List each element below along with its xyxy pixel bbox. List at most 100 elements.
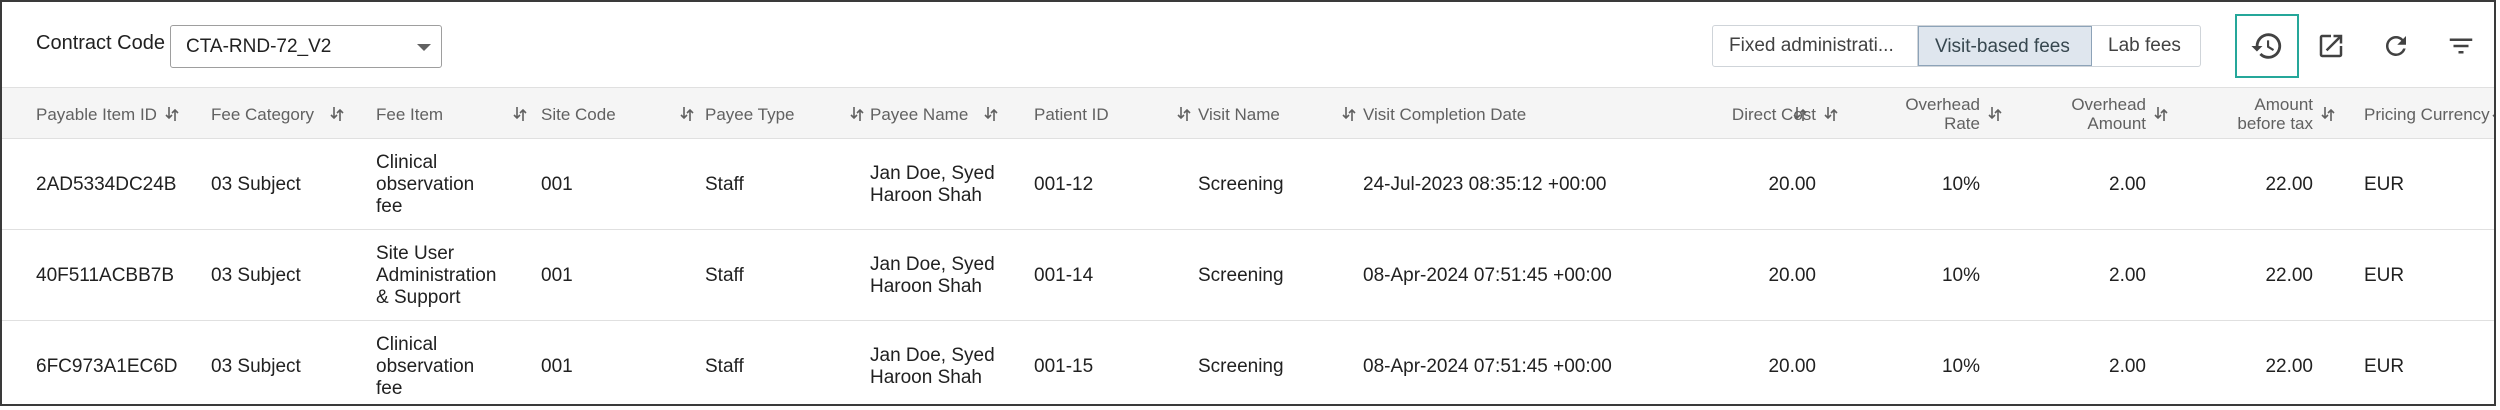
column-header-pricing-currency[interactable]: Pricing Currency bbox=[2364, 88, 2494, 140]
cell-overhead-amount: 2.00 bbox=[2109, 173, 2146, 195]
table-row[interactable]: 40F511ACBB7B 03 Subject Site User Admini… bbox=[2, 230, 2494, 321]
tab-fixed-administrative[interactable]: Fixed administrati... bbox=[1713, 26, 1918, 66]
column-label: Overhead Amount bbox=[2071, 95, 2146, 133]
cell-payee-name: Jan Doe, Syed Haroon Shah bbox=[870, 253, 995, 297]
column-label-line: Overhead bbox=[2071, 95, 2146, 114]
filter-button[interactable] bbox=[2437, 22, 2485, 70]
column-header-fee-category[interactable]: Fee Category bbox=[211, 88, 344, 140]
cell-pricing-currency: EUR bbox=[2364, 264, 2405, 286]
table-header: Payable Item ID Fee Category Fee Item Si… bbox=[2, 87, 2494, 139]
sort-icon[interactable] bbox=[165, 106, 179, 122]
column-header-payable-item-id[interactable]: Payable Item ID bbox=[36, 88, 179, 140]
sort-icon[interactable] bbox=[984, 106, 998, 122]
column-label: Visit Name bbox=[1198, 104, 1280, 124]
column-header-direct-cost[interactable]: Direct Cost bbox=[1702, 88, 1838, 140]
column-label: Payee Type bbox=[705, 104, 795, 124]
column-header-site-code[interactable]: Site Code bbox=[541, 88, 694, 140]
column-label: Amount before tax bbox=[2237, 95, 2313, 133]
sort-icon[interactable] bbox=[680, 106, 694, 122]
cell-payable-item-id: 6FC973A1EC6D bbox=[36, 355, 178, 377]
cell-site-code: 001 bbox=[541, 264, 573, 286]
cell-fee-category: 03 Subject bbox=[211, 264, 301, 286]
sort-icon[interactable] bbox=[2492, 106, 2494, 122]
cell-fee-category: 03 Subject bbox=[211, 173, 301, 195]
cell-patient-id: 001-15 bbox=[1034, 355, 1094, 377]
contract-code-select[interactable]: CTA-RND-72_V2 bbox=[170, 25, 442, 68]
column-label: Overhead Rate bbox=[1905, 95, 1980, 133]
column-label: Patient ID bbox=[1034, 104, 1109, 124]
column-header-fee-item[interactable]: Fee Item bbox=[376, 88, 527, 140]
tab-visit-based-fees[interactable]: Visit-based fees bbox=[1918, 26, 2092, 66]
cell-amount-before-tax: 22.00 bbox=[2265, 355, 2313, 377]
column-label: Fee Category bbox=[211, 104, 314, 124]
column-header-payee-name[interactable]: Payee Name bbox=[870, 88, 998, 140]
contract-code-value: CTA-RND-72_V2 bbox=[186, 36, 332, 57]
column-label: Direct Cost bbox=[1731, 104, 1816, 124]
cell-overhead-rate: 10% bbox=[1941, 173, 1980, 195]
table-row[interactable]: 6FC973A1EC6D 03 Subject Clinical observa… bbox=[2, 321, 2494, 404]
column-header-amount-before-tax[interactable]: Amount before tax bbox=[2212, 88, 2335, 140]
cell-patient-id: 001-14 bbox=[1034, 264, 1094, 286]
cell-visit-name: Screening bbox=[1198, 355, 1284, 377]
sort-icon[interactable] bbox=[1824, 106, 1838, 122]
column-header-overhead-rate[interactable]: Overhead Rate bbox=[1882, 88, 2002, 140]
cell-direct-cost: 20.00 bbox=[1768, 173, 1816, 195]
column-header-payee-type[interactable]: Payee Type bbox=[705, 88, 865, 140]
cell-amount-before-tax: 22.00 bbox=[2265, 173, 2313, 195]
refresh-button[interactable] bbox=[2372, 22, 2420, 70]
cell-patient-id: 001-12 bbox=[1034, 173, 1094, 195]
column-label: Payable Item ID bbox=[36, 104, 157, 124]
cell-fee-item: Clinical observation fee bbox=[376, 151, 475, 217]
cell-payee-type: Staff bbox=[705, 264, 744, 286]
cell-visit-name: Screening bbox=[1198, 173, 1284, 195]
cell-payable-item-id: 40F511ACBB7B bbox=[36, 264, 175, 286]
column-label: Visit Completion Date bbox=[1363, 104, 1527, 124]
cell-pricing-currency: EUR bbox=[2364, 173, 2405, 195]
sort-icon[interactable] bbox=[2321, 106, 2335, 122]
history-button[interactable] bbox=[2235, 14, 2299, 78]
tab-lab-fees[interactable]: Lab fees bbox=[2092, 26, 2200, 66]
cell-overhead-amount: 2.00 bbox=[2109, 355, 2146, 377]
column-label: Pricing Currency bbox=[2364, 104, 2490, 124]
column-label-line: Amount bbox=[2087, 114, 2146, 133]
toolbar: Contract Code CTA-RND-72_V2 Fixed admini… bbox=[2, 2, 2494, 87]
chevron-down-icon bbox=[417, 44, 431, 51]
sort-icon[interactable] bbox=[2154, 106, 2168, 122]
cell-overhead-rate: 10% bbox=[1941, 355, 1980, 377]
filter-icon bbox=[2449, 38, 2473, 54]
column-header-visit-name[interactable]: Visit Name bbox=[1198, 88, 1356, 140]
column-header-overhead-amount[interactable]: Overhead Amount bbox=[2046, 88, 2168, 140]
fee-type-toggle: Fixed administrati... Visit-based fees L… bbox=[1712, 25, 2201, 67]
column-header-patient-id[interactable]: Patient ID bbox=[1034, 88, 1191, 140]
cell-direct-cost: 20.00 bbox=[1768, 355, 1816, 377]
open-external-button[interactable] bbox=[2307, 22, 2355, 70]
refresh-icon bbox=[2385, 35, 2406, 56]
contract-code-label: Contract Code bbox=[36, 32, 165, 54]
sort-icon[interactable] bbox=[1988, 106, 2002, 122]
column-label-line: before tax bbox=[2237, 114, 2313, 133]
sort-icon[interactable] bbox=[1342, 106, 1356, 122]
cell-site-code: 001 bbox=[541, 173, 573, 195]
cell-site-code: 001 bbox=[541, 355, 573, 377]
sort-icon[interactable] bbox=[850, 106, 865, 122]
history-icon bbox=[2251, 33, 2282, 59]
table-row[interactable]: 2AD5334DC24B 03 Subject Clinical observa… bbox=[2, 139, 2494, 230]
cell-fee-category: 03 Subject bbox=[211, 355, 301, 377]
cell-visit-completion-date: 08-Apr-2024 07:51:45 +00:00 bbox=[1363, 264, 1612, 286]
sort-icon[interactable] bbox=[513, 106, 527, 122]
cell-payable-item-id: 2AD5334DC24B bbox=[36, 173, 177, 195]
column-label-line: Overhead bbox=[1905, 95, 1980, 114]
column-label: Fee Item bbox=[376, 104, 444, 124]
cell-fee-item: Clinical observation fee bbox=[376, 333, 475, 399]
sort-icon[interactable] bbox=[1177, 106, 1191, 122]
column-label: Site Code bbox=[541, 104, 616, 124]
column-label: Payee Name bbox=[870, 104, 969, 124]
cell-visit-completion-date: 24-Jul-2023 08:35:12 +00:00 bbox=[1363, 173, 1607, 195]
cell-payee-type: Staff bbox=[705, 355, 744, 377]
cell-visit-completion-date: 08-Apr-2024 07:51:45 +00:00 bbox=[1363, 355, 1612, 377]
open-external-icon bbox=[2319, 34, 2343, 58]
cell-payee-name: Jan Doe, Syed Haroon Shah bbox=[870, 162, 995, 206]
cell-visit-name: Screening bbox=[1198, 264, 1284, 286]
sort-icon[interactable] bbox=[330, 106, 344, 122]
cell-fee-item: Site User Administration & Support bbox=[376, 242, 497, 308]
